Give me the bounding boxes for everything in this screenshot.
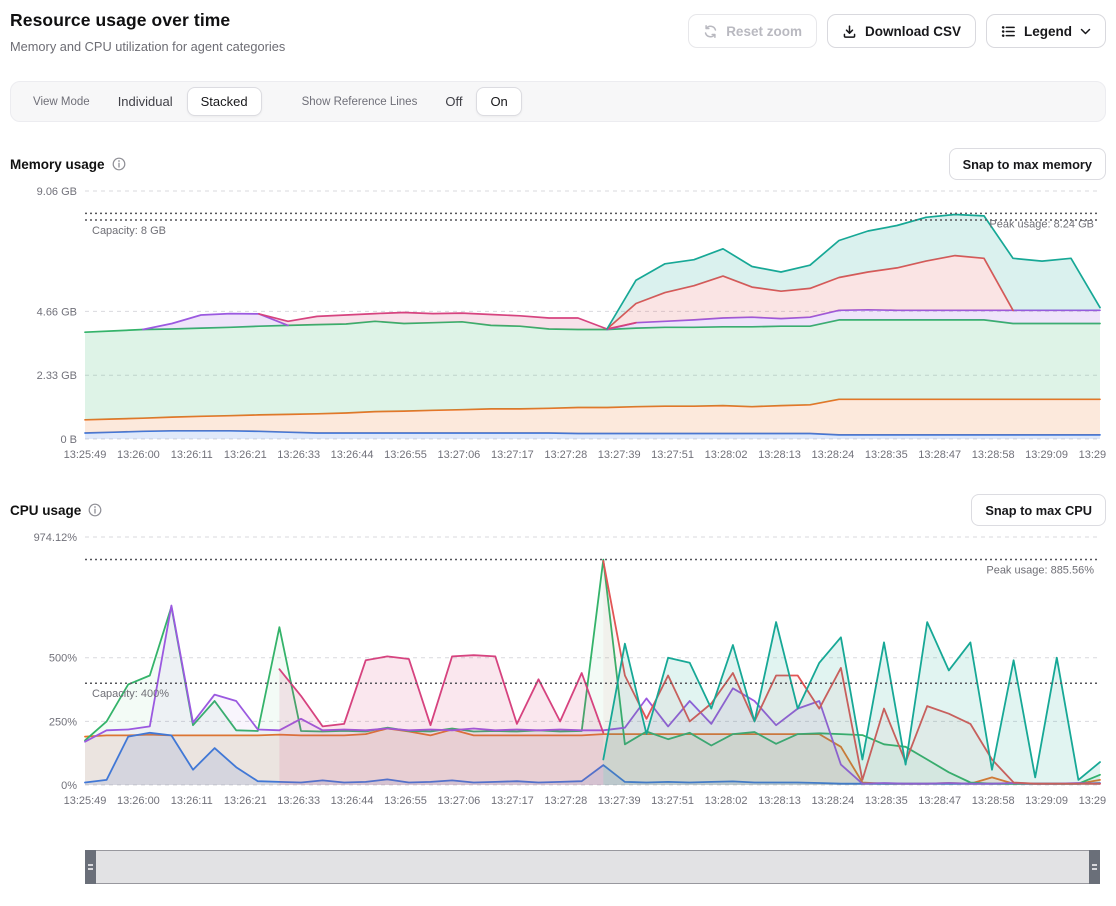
memory-section-header: Memory usage Snap to max memory [10,148,1106,180]
x-tick-label: 13:27:06 [437,449,480,461]
view-mode-stacked[interactable]: Stacked [187,87,262,116]
x-tick-label: 13:26:44 [331,795,374,807]
x-tick-label: 13:28:35 [865,795,908,807]
x-tick-label: 13:29:24 [1079,795,1106,807]
y-tick-label: 9.06 GB [37,186,77,198]
y-tick-label: 0% [61,780,77,792]
reference-lines-off[interactable]: Off [431,87,476,116]
x-tick-label: 13:27:39 [598,795,641,807]
toolbar: Reset zoom Download CSV [688,14,1106,48]
y-tick-label: 974.12% [34,532,78,544]
x-tick-label: 13:29:24 [1079,449,1106,461]
memory-chart[interactable]: 9.06 GB 4.66 GB 2.33 GB 0 B Capacity: 8 GB Pe… [10,184,1106,464]
download-csv-label: Download CSV [865,24,961,39]
x-tick-label: 13:28:58 [972,795,1015,807]
page-title: Resource usage over time [10,10,285,31]
download-icon [842,24,857,39]
x-tick-label: 13:28:02 [705,795,748,807]
reference-line-label: Peak usage: 8.24 GB [989,218,1094,230]
cpu-title-text: CPU usage [10,503,81,518]
x-tick-label: 13:26:00 [117,795,160,807]
reference-lines-label: Show Reference Lines [302,96,418,108]
x-tick-label: 13:27:06 [437,795,480,807]
download-csv-button[interactable]: Download CSV [827,14,976,48]
legend-label: Legend [1024,24,1072,39]
x-tick-label: 13:26:44 [331,449,374,461]
x-tick-label: 13:27:17 [491,449,534,461]
x-tick-label: 13:28:35 [865,449,908,461]
cpu-chart[interactable]: 974.12% 500% 250% 0% Capacity: 400% Peak usag… [10,530,1106,810]
x-tick-label: 13:27:17 [491,795,534,807]
x-tick-label: 13:27:28 [544,795,587,807]
info-icon[interactable] [88,503,102,517]
reset-zoom-label: Reset zoom [726,24,802,39]
x-tick-label: 13:27:28 [544,449,587,461]
snap-to-max-cpu-button[interactable]: Snap to max CPU [971,494,1106,526]
x-tick-label: 13:26:33 [277,795,320,807]
x-tick-label: 13:29:09 [1025,795,1068,807]
info-icon[interactable] [112,157,126,171]
legend-list-icon [1001,24,1016,39]
dashboard-page: Resource usage over time Memory and CPU … [0,0,1116,898]
reference-line-label: Peak usage: 885.56% [986,565,1094,577]
y-tick-label: 4.66 GB [37,306,77,318]
x-tick-label: 13:27:39 [598,449,641,461]
x-tick-label: 13:28:13 [758,449,801,461]
brush-handle-right[interactable] [1089,850,1100,884]
x-tick-label: 13:28:24 [811,795,854,807]
snap-to-max-memory-button[interactable]: Snap to max memory [949,148,1106,180]
page-header: Resource usage over time Memory and CPU … [10,10,1106,54]
x-tick-label: 13:27:51 [651,795,694,807]
memory-section-title: Memory usage [10,157,126,172]
x-tick-label: 13:26:55 [384,449,427,461]
x-tick-label: 13:25:49 [64,795,107,807]
cpu-section-header: CPU usage Snap to max CPU [10,494,1106,526]
x-tick-label: 13:26:00 [117,449,160,461]
y-tick-label: 500% [49,653,77,665]
title-block: Resource usage over time Memory and CPU … [10,10,285,54]
series-area-magenta [279,655,603,785]
y-tick-label: 2.33 GB [37,370,77,382]
reference-line-label: Capacity: 400% [92,688,169,700]
x-tick-label: 13:28:13 [758,795,801,807]
view-mode-label: View Mode [33,96,90,108]
cpu-section-title: CPU usage [10,503,102,518]
x-tick-label: 13:26:33 [277,449,320,461]
view-controls-bar: View Mode Individual Stacked Show Refere… [10,81,1106,122]
x-tick-label: 13:28:24 [811,449,854,461]
x-tick-label: 13:26:21 [224,449,267,461]
page-subtitle: Memory and CPU utilization for agent cat… [10,39,285,54]
reset-zoom-icon [703,24,718,39]
x-tick-label: 13:28:47 [918,449,961,461]
x-tick-label: 13:26:55 [384,795,427,807]
reference-line-label: Capacity: 8 GB [92,225,166,237]
reset-zoom-button[interactable]: Reset zoom [688,14,817,48]
reference-lines-on[interactable]: On [476,87,521,116]
x-tick-label: 13:28:58 [972,449,1015,461]
x-tick-label: 13:28:02 [705,449,748,461]
legend-button[interactable]: Legend [986,14,1106,48]
x-tick-label: 13:28:47 [918,795,961,807]
view-mode-individual[interactable]: Individual [104,87,187,116]
chevron-down-icon [1080,28,1091,35]
x-tick-label: 13:25:49 [64,449,107,461]
brush-handle-left[interactable] [85,850,96,884]
memory-title-text: Memory usage [10,157,105,172]
y-tick-label: 250% [49,716,77,728]
x-tick-label: 13:26:11 [171,449,213,461]
x-tick-label: 13:27:51 [651,449,694,461]
y-tick-label: 0 B [60,434,77,446]
time-range-brush[interactable] [85,850,1100,884]
x-tick-label: 13:26:21 [224,795,267,807]
x-tick-label: 13:26:11 [171,795,213,807]
x-tick-label: 13:29:09 [1025,449,1068,461]
